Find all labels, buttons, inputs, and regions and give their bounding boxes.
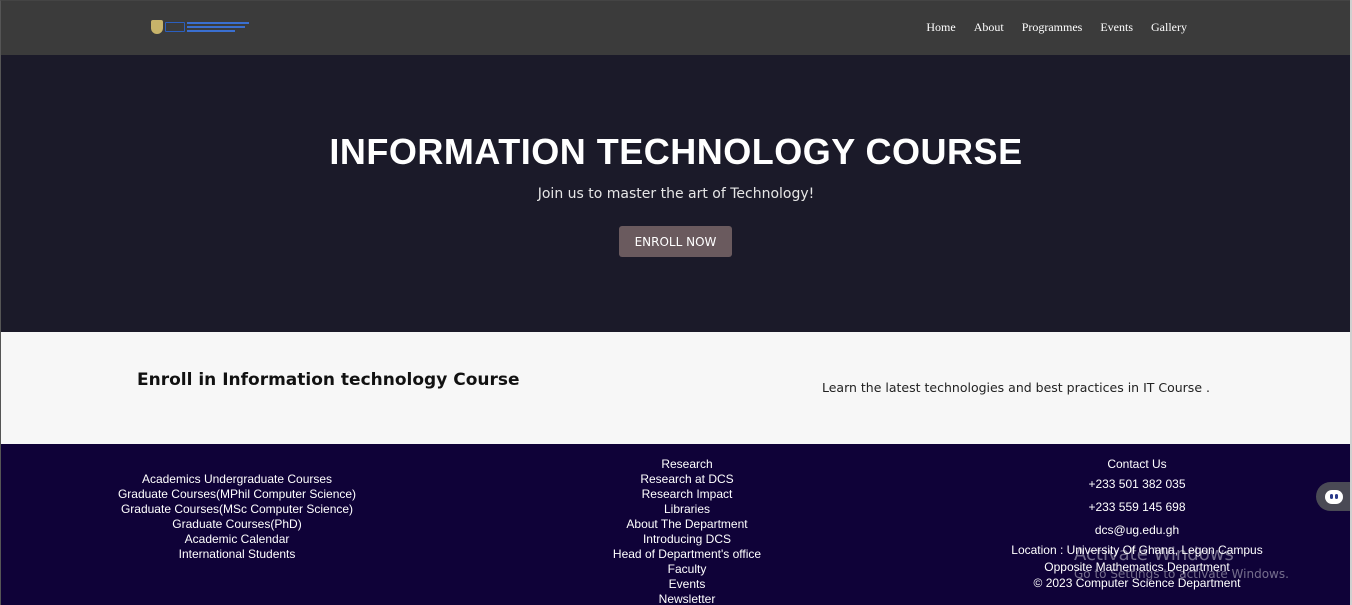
contact-phone-1[interactable]: +233 501 382 035 [1001, 473, 1273, 496]
footer-link-about-department[interactable]: About The Department [587, 517, 787, 532]
nav-events[interactable]: Events [1100, 20, 1133, 35]
page-frame: Home About Programmes Events Gallery INF… [0, 0, 1352, 605]
crest-icon [151, 20, 163, 34]
logo-mark-icon [165, 22, 185, 32]
hero-subtitle: Join us to master the art of Technology! [537, 186, 815, 202]
windows-activation-watermark: Activate Windows Go to Settings to activ… [1074, 544, 1289, 581]
footer-academics-column: Academics Undergraduate Courses Graduate… [101, 472, 373, 562]
footer-link-research-impact[interactable]: Research Impact [587, 487, 787, 502]
footer-link-calendar[interactable]: Academic Calendar [101, 532, 373, 547]
contact-title: Contact Us [1107, 457, 1167, 471]
main-nav: Home About Programmes Events Gallery [926, 20, 1187, 35]
footer-link-mphil[interactable]: Graduate Courses(MPhil Computer Science) [101, 487, 373, 502]
footer-link-faculty[interactable]: Faculty [587, 562, 787, 577]
hero-banner: INFORMATION TECHNOLOGY COURSE Join us to… [1, 55, 1351, 332]
footer-link-msc[interactable]: Graduate Courses(MSc Computer Science) [101, 502, 373, 517]
footer-link-hod-office[interactable]: Head of Department's office [587, 547, 787, 562]
hero-title: INFORMATION TECHNOLOGY COURSE [329, 131, 1023, 172]
footer-link-events[interactable]: Events [587, 577, 787, 592]
navbar: Home About Programmes Events Gallery [1, 1, 1351, 55]
enroll-description: Learn the latest technologies and best p… [822, 380, 1210, 395]
footer-link-research-dcs[interactable]: Research at DCS [587, 472, 787, 487]
footer-link-research[interactable]: Research [587, 457, 787, 472]
footer: Academics Undergraduate Courses Graduate… [1, 444, 1351, 605]
nav-about[interactable]: About [974, 20, 1004, 35]
logo-text-graphic [187, 22, 249, 32]
contact-email[interactable]: dcs@ug.edu.gh [1001, 519, 1273, 542]
nav-home[interactable]: Home [926, 20, 955, 35]
chatbot-icon [1325, 489, 1343, 504]
watermark-subtitle: Go to Settings to activate Windows. [1074, 567, 1289, 581]
enroll-now-button[interactable]: ENROLL NOW [619, 226, 732, 257]
footer-link-newsletter[interactable]: Newsletter [587, 592, 787, 605]
enroll-section: Enroll in Information technology Course … [1, 332, 1351, 444]
footer-research-column: Research Research at DCS Research Impact… [587, 457, 787, 605]
footer-link-libraries[interactable]: Libraries [587, 502, 787, 517]
university-logo[interactable] [151, 19, 255, 35]
chatbot-button[interactable] [1316, 482, 1352, 511]
footer-link-undergraduate[interactable]: Academics Undergraduate Courses [101, 472, 373, 487]
footer-link-phd[interactable]: Graduate Courses(PhD) [101, 517, 373, 532]
nav-gallery[interactable]: Gallery [1151, 20, 1187, 35]
footer-link-introducing-dcs[interactable]: Introducing DCS [587, 532, 787, 547]
watermark-title: Activate Windows [1074, 544, 1234, 565]
footer-link-international[interactable]: International Students [101, 547, 373, 562]
enroll-heading: Enroll in Information technology Course [137, 370, 520, 390]
contact-phone-2[interactable]: +233 559 145 698 [1001, 496, 1273, 519]
nav-programmes[interactable]: Programmes [1022, 20, 1083, 35]
